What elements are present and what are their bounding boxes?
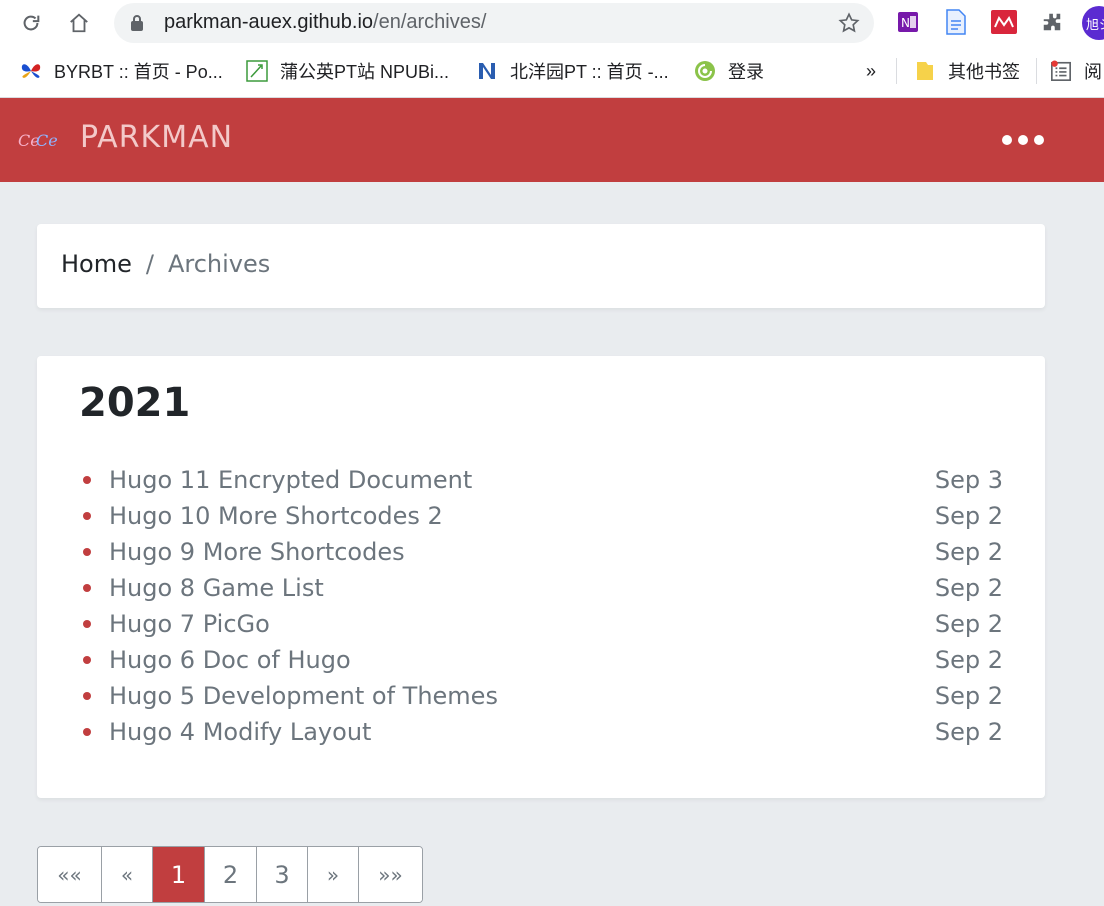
reload-icon[interactable] [16,8,46,38]
next-page-button[interactable]: » [308,847,359,902]
url-text: parkman-auex.github.io/en/archives/ [164,11,487,33]
list-item: Hugo 4 Modify Layout Sep 2 [83,714,1003,750]
docs-extension-icon[interactable] [942,8,970,36]
more-menu-icon[interactable] [1002,134,1044,146]
mendeley-extension-icon[interactable] [990,8,1018,36]
onenote-extension-icon[interactable]: N [894,8,922,36]
bookmarks-overflow-button[interactable]: » [866,58,876,84]
post-date: Sep 2 [934,574,1003,602]
site-header: Ce Ce PARKMAN [0,98,1104,182]
post-title-link[interactable]: Hugo 4 Modify Layout [109,718,371,746]
list-item: Hugo 6 Doc of Hugo Sep 2 [83,642,1003,678]
post-title-link[interactable]: Hugo 8 Game List [109,574,324,602]
extensions-puzzle-icon[interactable] [1038,8,1066,36]
bullet-icon [83,584,91,592]
list-item: Hugo 10 More Shortcodes 2 Sep 2 [83,498,1003,534]
bookmarks-divider-2 [1036,58,1037,84]
archive-year-heading: 2021 [79,380,191,426]
tju-icon [476,60,498,82]
archive-post-list: Hugo 11 Encrypted Document Sep 3 Hugo 10 … [83,462,1003,750]
last-page-button[interactable]: »» [359,847,422,902]
page-2-button[interactable]: 2 [205,847,257,902]
site-logo-icon[interactable]: Ce Ce [18,128,58,152]
bullet-icon [83,656,91,664]
post-date: Sep 2 [934,682,1003,710]
post-title-link[interactable]: Hugo 5 Development of Themes [109,682,498,710]
browser-chrome: parkman-auex.github.io/en/archives/ N 旭ジ… [0,0,1104,98]
page-3-button[interactable]: 3 [257,847,308,902]
reading-list-button[interactable]: 阅 [1050,58,1102,84]
bookmark-npubits[interactable]: 蒲公英PT站 NPUBi... [246,58,449,84]
post-date: Sep 2 [934,538,1003,566]
post-title-link[interactable]: Hugo 9 More Shortcodes [109,538,405,566]
bookmark-tjupt[interactable]: 北洋园PT :: 首页 -... [476,58,669,84]
first-page-button[interactable]: «« [38,847,102,902]
post-title-link[interactable]: Hugo 10 More Shortcodes 2 [109,502,443,530]
svg-text:Ce: Ce [36,131,58,150]
post-date: Sep 2 [934,646,1003,674]
prev-page-button[interactable]: « [102,847,153,902]
pagination: «« « 1 2 3 » »» [37,846,423,903]
bullet-icon [83,728,91,736]
bullet-icon [83,548,91,556]
post-date: Sep 2 [934,610,1003,638]
post-date: Sep 2 [934,502,1003,530]
bullet-icon [83,476,91,484]
address-bar[interactable]: parkman-auex.github.io/en/archives/ [114,3,874,43]
breadcrumb-current: Archives [167,250,271,278]
post-title-link[interactable]: Hugo 6 Doc of Hugo [109,646,351,674]
breadcrumb: Home / Archives [61,250,270,278]
breadcrumb-home-link[interactable]: Home [61,250,132,278]
list-item: Hugo 9 More Shortcodes Sep 2 [83,534,1003,570]
post-date: Sep 3 [934,466,1003,494]
folder-icon [914,60,936,82]
breadcrumb-card: Home / Archives [37,224,1045,308]
page-1-button[interactable]: 1 [153,847,205,902]
reading-list-icon [1050,60,1072,82]
post-title-link[interactable]: Hugo 11 Encrypted Document [109,466,472,494]
bullet-icon [83,512,91,520]
lock-icon [130,14,144,36]
swirl-icon [694,60,716,82]
svg-text:N: N [901,16,910,30]
profile-avatar[interactable]: 旭ジ [1082,6,1104,40]
other-bookmarks-folder[interactable]: 其他书签 [914,58,1020,84]
archive-card: 2021 Hugo 11 Encrypted Document Sep 3 Hug… [37,356,1045,798]
bookmark-star-icon[interactable] [838,12,860,38]
post-title-link[interactable]: Hugo 7 PicGo [109,610,270,638]
list-item: Hugo 8 Game List Sep 2 [83,570,1003,606]
post-date: Sep 2 [934,718,1003,746]
bookmark-login[interactable]: 登录 [694,58,764,84]
list-item: Hugo 11 Encrypted Document Sep 3 [83,462,1003,498]
breadcrumb-separator: / [145,250,154,278]
bookmark-byrbt[interactable]: BYRBT :: 首页 - Po... [20,58,223,84]
bullet-icon [83,692,91,700]
bookmarks-divider [896,58,897,84]
list-item: Hugo 5 Development of Themes Sep 2 [83,678,1003,714]
list-item: Hugo 7 PicGo Sep 2 [83,606,1003,642]
dandelion-icon [246,60,268,82]
browser-toolbar: parkman-auex.github.io/en/archives/ N 旭ジ [0,0,1104,46]
butterfly-icon [20,60,42,82]
site-brand[interactable]: PARKMAN [80,120,233,155]
bullet-icon [83,620,91,628]
home-icon[interactable] [64,8,94,38]
